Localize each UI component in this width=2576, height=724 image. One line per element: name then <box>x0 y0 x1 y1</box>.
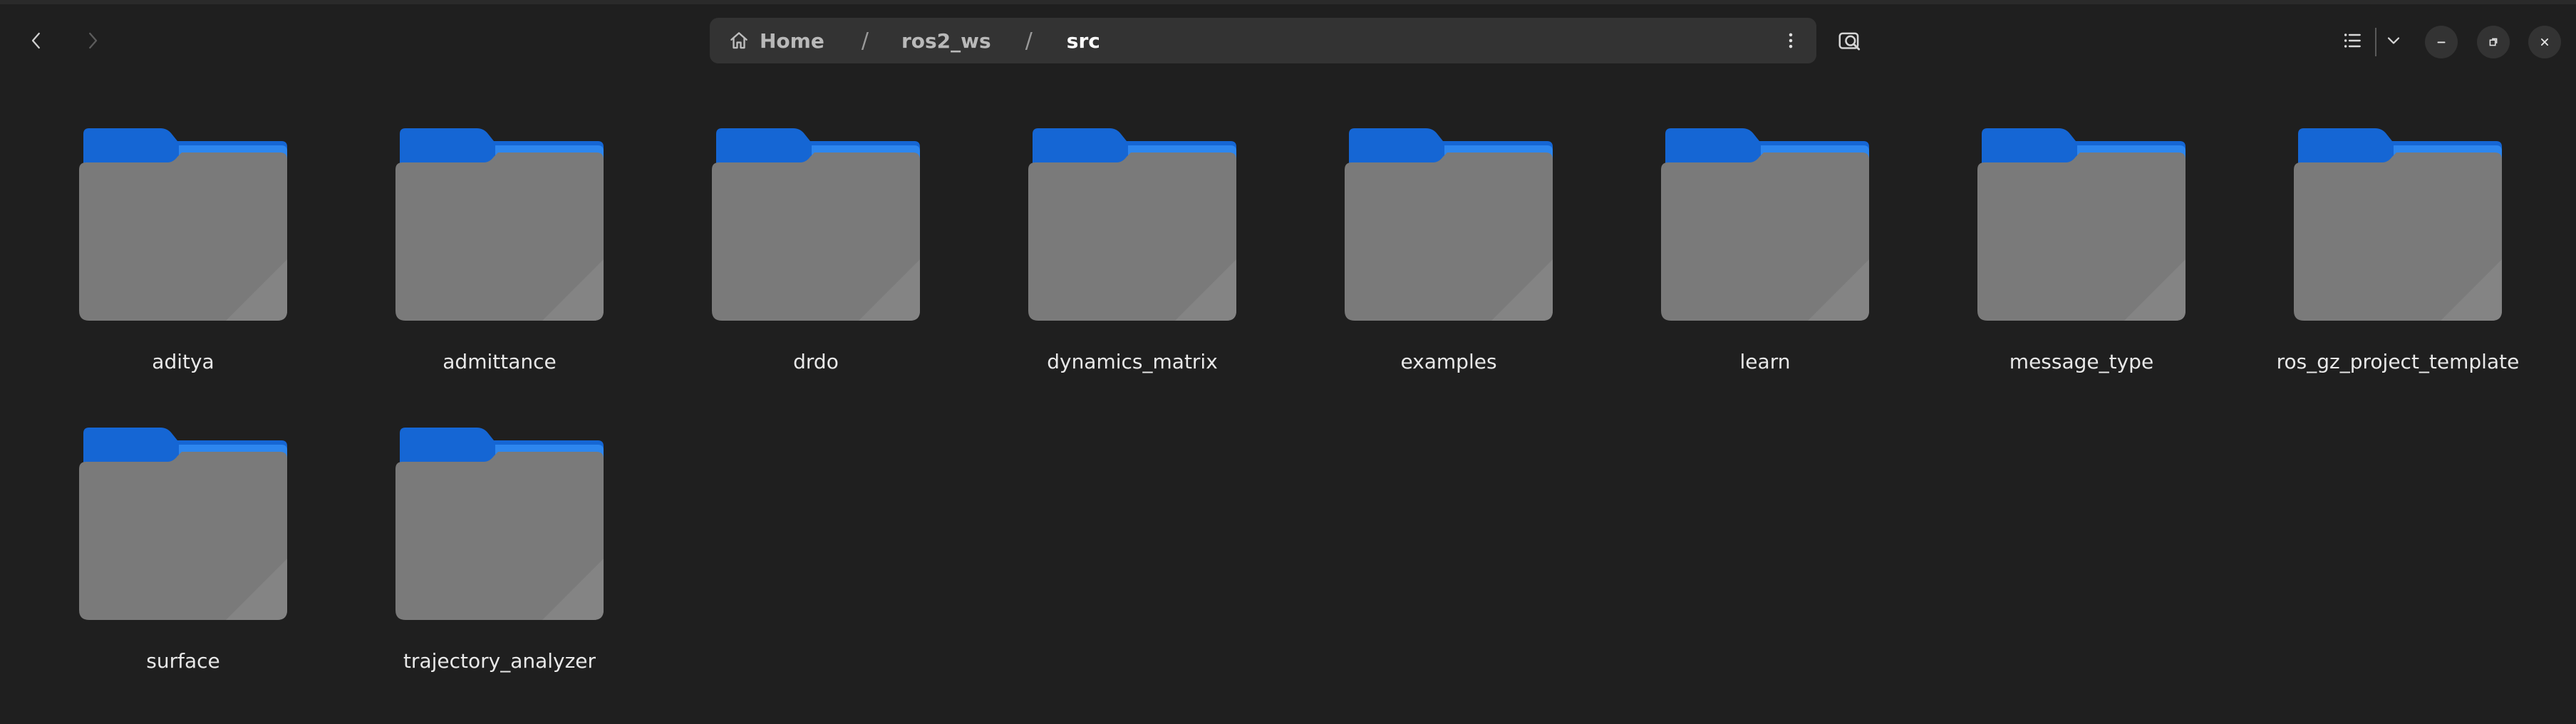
path-bar[interactable]: Home / ros2_ws / src <box>710 18 1816 63</box>
folder-icon <box>2291 124 2505 324</box>
breadcrumb-home[interactable]: Home <box>728 29 824 53</box>
folder-item-learn[interactable]: learn <box>1607 73 1923 373</box>
forward-button[interactable] <box>72 20 113 61</box>
close-button[interactable] <box>2528 26 2561 58</box>
file-grid: aditya admittance drdo dynamics_matrix e… <box>0 73 2576 724</box>
folder-item-label: learn <box>1739 350 1791 373</box>
folder-item-surface[interactable]: surface <box>25 372 341 673</box>
breadcrumb-ros2-ws[interactable]: ros2_ws <box>901 29 991 53</box>
search-icon <box>1838 32 1861 51</box>
folder-item-ros-gz-project-template[interactable]: ros_gz_project_template <box>2240 73 2556 373</box>
breadcrumb-separator: / <box>861 28 869 53</box>
search-button[interactable] <box>1831 23 1868 60</box>
home-icon <box>730 32 748 49</box>
breadcrumb-src[interactable]: src <box>1067 29 1100 53</box>
folder-item-label: ros_gz_project_template <box>2276 350 2520 373</box>
vertical-dots-icon <box>1789 33 1793 48</box>
folder-icon <box>1025 124 1239 324</box>
view-mode-button[interactable] <box>2334 23 2370 58</box>
folder-icon <box>393 423 606 623</box>
folder-item-drdo[interactable]: drdo <box>658 73 974 373</box>
view-options-dropdown[interactable] <box>2376 23 2411 58</box>
folder-item-examples[interactable]: examples <box>1290 73 1607 373</box>
chevron-left-icon <box>31 32 40 49</box>
breadcrumb-src-label: src <box>1066 29 1100 53</box>
folder-icon <box>76 423 290 623</box>
list-view-icon <box>2344 33 2361 48</box>
close-icon <box>2540 38 2549 46</box>
breadcrumb-separator: / <box>1025 28 1033 53</box>
chevron-right-icon <box>89 32 98 49</box>
folder-icon <box>1342 124 1556 324</box>
maximize-icon <box>2489 38 2498 46</box>
folder-item-message-type[interactable]: message_type <box>1923 73 2240 373</box>
folder-icon <box>709 124 923 324</box>
folder-item-label: admittance <box>443 350 557 373</box>
header-bar: Home / ros2_ws / src <box>0 4 2576 73</box>
folder-icon <box>1658 124 1872 324</box>
folder-item-label: examples <box>1400 350 1497 373</box>
folder-icon <box>76 124 290 324</box>
folder-icon <box>393 124 606 324</box>
breadcrumb-ros2-ws-label: ros2_ws <box>901 29 991 53</box>
minimize-button[interactable] <box>2425 26 2458 58</box>
maximize-button[interactable] <box>2477 26 2510 58</box>
folder-item-aditya[interactable]: aditya <box>25 73 341 373</box>
folder-item-admittance[interactable]: admittance <box>341 73 658 373</box>
folder-item-label: trajectory_analyzer <box>403 649 596 673</box>
folder-icon <box>1975 124 2188 324</box>
folder-item-label: surface <box>146 649 220 673</box>
minimize-icon <box>2437 41 2446 43</box>
folder-item-label: drdo <box>793 350 839 373</box>
breadcrumb-home-label: Home <box>760 29 824 53</box>
folder-item-label: aditya <box>152 350 214 373</box>
folder-item-label: message_type <box>2009 350 2154 373</box>
folder-item-label: dynamics_matrix <box>1047 350 1218 373</box>
folder-item-dynamics-matrix[interactable]: dynamics_matrix <box>974 73 1290 373</box>
path-menu-button[interactable] <box>1776 26 1805 55</box>
folder-item-trajectory-analyzer[interactable]: trajectory_analyzer <box>341 372 658 673</box>
file-manager-window: Home / ros2_ws / src aditya admittance d… <box>0 0 2576 724</box>
chevron-down-icon <box>2387 37 2400 44</box>
back-button[interactable] <box>16 20 57 61</box>
